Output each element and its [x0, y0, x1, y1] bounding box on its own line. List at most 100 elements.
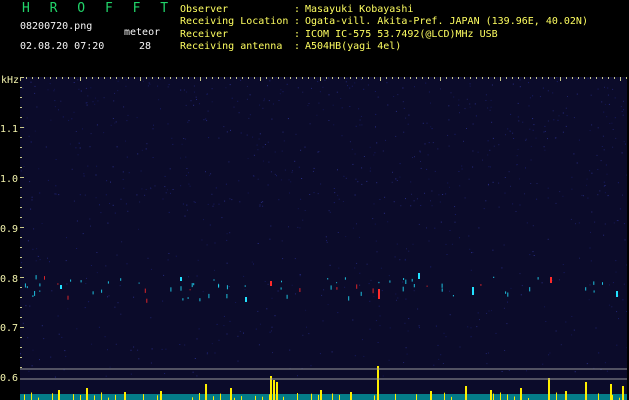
noise-dot [485, 353, 487, 355]
noise-dot [143, 80, 144, 82]
noise-dot [299, 227, 301, 229]
noise-dot [271, 330, 272, 332]
noise-dot [623, 283, 625, 285]
antenna-colon: : [294, 41, 301, 52]
count-bar-small [73, 394, 74, 400]
receiver-label: Receiver [180, 29, 229, 40]
noise-dot [107, 349, 108, 351]
time-tick [476, 77, 477, 79]
noise-dot [392, 171, 393, 173]
noise-dot [105, 265, 107, 267]
time-tick [116, 77, 117, 79]
noise-dot [79, 194, 81, 196]
noise-dot [370, 279, 372, 281]
noise-dot [168, 253, 170, 254]
noise-dot [168, 211, 170, 213]
noise-dot [211, 101, 213, 103]
noise-dot [317, 151, 319, 153]
noise-dot [85, 87, 87, 89]
echo-fleck [193, 283, 195, 286]
noise-dot [267, 184, 269, 186]
noise-dot [544, 149, 546, 151]
noise-dot [376, 251, 378, 253]
noise-dot [95, 197, 97, 199]
noise-dot [399, 176, 401, 178]
time-tick [212, 77, 213, 79]
noise-dot [408, 114, 410, 116]
noise-dot [262, 107, 264, 109]
noise-dot [396, 299, 397, 301]
noise-dot [89, 218, 91, 220]
noise-dot [30, 208, 32, 210]
noise-dot [130, 349, 132, 351]
noise-dot [78, 142, 80, 144]
count-bar-small [612, 395, 613, 400]
noise-dot [280, 89, 282, 91]
noise-dot [378, 305, 380, 307]
noise-dot [548, 354, 550, 356]
noise-dot [226, 262, 228, 264]
noise-dot [116, 254, 118, 256]
noise-dot [422, 122, 424, 124]
noise-dot [410, 205, 412, 207]
noise-dot [519, 273, 521, 275]
noise-dot [520, 294, 522, 296]
noise-dot [186, 91, 188, 93]
noise-dot [34, 85, 36, 87]
freq-tick [20, 367, 22, 368]
noise-dot [424, 143, 426, 145]
noise-dot [30, 81, 32, 83]
count-bar [377, 366, 379, 400]
echo-fleck [170, 287, 172, 292]
freq-tick [20, 107, 22, 108]
noise-dot [590, 231, 591, 233]
freq-tick [20, 347, 22, 348]
noise-dot [78, 88, 80, 90]
noise-dot [89, 146, 91, 148]
time-tick [542, 77, 543, 79]
noise-dot [161, 348, 163, 350]
noise-dot [73, 82, 75, 83]
noise-dot [166, 189, 168, 191]
noise-dot [196, 99, 197, 100]
time-tick [482, 77, 483, 79]
noise-dot [290, 181, 292, 183]
noise-dot [218, 339, 220, 341]
noise-dot [109, 366, 111, 368]
noise-dot [528, 105, 530, 107]
noise-dot [257, 310, 259, 312]
frequency-tick-label: 1.1 [0, 124, 19, 135]
noise-dot [405, 347, 407, 349]
noise-dot [565, 107, 567, 109]
noise-dot [565, 125, 567, 127]
noise-dot [196, 275, 198, 277]
noise-dot [426, 122, 428, 124]
noise-dot [66, 283, 68, 285]
count-bar [86, 388, 88, 400]
capture-datetime: 02.08.20 07:20 [20, 41, 105, 52]
freq-tick [20, 87, 22, 88]
time-tick [224, 77, 225, 79]
noise-dot [621, 111, 623, 112]
noise-dot [428, 240, 430, 242]
noise-dot [562, 195, 564, 197]
noise-dot [373, 154, 375, 156]
noise-dot [410, 181, 412, 183]
meteor-echo [472, 287, 474, 295]
time-tick [584, 77, 585, 79]
noise-dot [322, 109, 324, 111]
noise-dot [379, 315, 381, 317]
noise-dot [187, 121, 189, 123]
noise-dot [519, 178, 520, 180]
count-bar-small [80, 394, 81, 400]
freq-tick [20, 267, 22, 268]
echo-fleck [378, 281, 380, 284]
noise-dot [603, 234, 605, 236]
noise-dot [403, 362, 405, 363]
echo-fleck [356, 284, 358, 289]
noise-dot [163, 274, 165, 276]
noise-dot [487, 154, 489, 156]
noise-dot [259, 206, 261, 207]
noise-dot [130, 373, 132, 375]
noise-dot [340, 98, 342, 99]
